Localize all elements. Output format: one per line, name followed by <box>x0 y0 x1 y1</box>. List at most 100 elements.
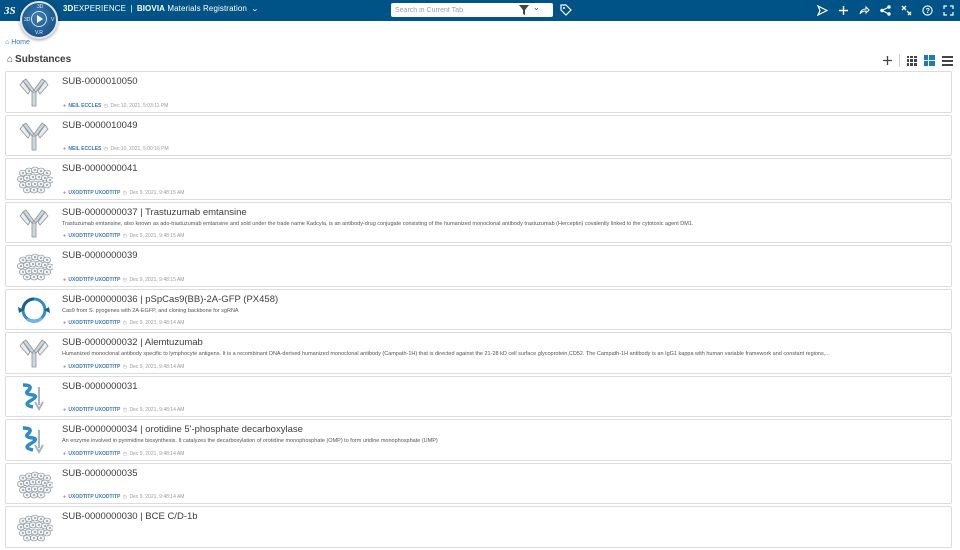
tools-icon[interactable] <box>899 3 914 18</box>
ds-logo-icon[interactable]: 3S <box>3 3 20 17</box>
substance-title[interactable]: SUB-0000010049 <box>62 120 138 131</box>
user-icon: ● <box>63 407 67 413</box>
substance-owner[interactable]: UXODTITP UXODTITP <box>68 494 120 500</box>
substance-meta: ● UXODTITP UXODTITP ◷ Dec 9, 2021, 9:48:… <box>62 494 184 500</box>
top-icons: ? <box>815 3 956 18</box>
substance-description: Humanized monoclonal antibody specific t… <box>62 351 830 357</box>
substance-date: Dec 10, 2021, 5:03:11 PM <box>110 102 169 109</box>
compass-icon[interactable]: 3D 3D V V.R <box>20 1 58 39</box>
breadcrumb-home[interactable]: Home <box>11 39 30 46</box>
user-icon: ● <box>63 363 67 370</box>
protein-thumbnail-icon <box>15 424 53 456</box>
thumbnail-view-icon[interactable] <box>905 54 918 67</box>
user-icon: ● <box>63 494 67 500</box>
share-arrow-icon[interactable] <box>857 3 872 18</box>
brand-prefix: 3D <box>63 4 74 13</box>
brand-app-name: Materials Registration <box>167 4 247 13</box>
substance-description: Trastuzumab emtansine, also known as ado… <box>62 220 694 227</box>
substance-owner[interactable]: UXODTITP UXODTITP <box>68 407 120 413</box>
substance-owner[interactable]: UXODTITP UXODTITP <box>68 451 120 457</box>
substance-title[interactable]: SUB-0000000034 | orotidine 5'-phosphate … <box>62 424 303 435</box>
list-item-7[interactable]: SUB-0000000032 | Alemtuzumab Humanized m… <box>5 332 952 374</box>
network-icon[interactable] <box>878 3 893 18</box>
substance-title[interactable]: SUB-0000000030 | BCE C/D-1b <box>62 511 198 522</box>
user-icon: ● <box>63 276 67 283</box>
play-icon <box>37 15 43 23</box>
substance-description: An enzyme involved in pyrimidine biosynt… <box>62 438 438 444</box>
substance-meta: ● UXODTITP UXODTITP ◷ Dec 9, 2021, 9:48:… <box>62 320 184 326</box>
add-icon[interactable] <box>881 54 894 67</box>
list-item-2[interactable]: SUB-0000010049 ● NEIL ECCLES ◷ Dec 10, 2… <box>5 114 952 156</box>
substance-owner[interactable]: NEIL ECCLES <box>68 146 101 152</box>
substance-date: Dec 10, 2021, 5:00:16 PM <box>110 146 169 152</box>
search-input[interactable] <box>395 4 515 16</box>
home-icon: ⌂ <box>5 39 10 46</box>
substance-title[interactable]: SUB-0000000031 <box>62 381 138 392</box>
substance-date: Dec 9, 2021, 9:48:15 AM <box>129 233 185 239</box>
clock-icon: ◷ <box>122 450 128 457</box>
plasmid-thumbnail-icon <box>15 294 53 326</box>
compass-right-label: V <box>51 17 55 23</box>
substance-owner[interactable]: UXODTITP UXODTITP <box>68 364 120 370</box>
substance-owner[interactable]: NEIL ECCLES <box>68 103 101 109</box>
substance-meta: ● UXODTITP UXODTITP ◷ Dec 9, 2021, 9:48:… <box>62 277 184 283</box>
user-icon: ● <box>63 102 67 109</box>
tag-icon[interactable] <box>560 4 572 16</box>
list-item-4[interactable]: SUB-0000000037 | Trastuzumab emtansine T… <box>5 201 952 243</box>
user-icon: ● <box>63 233 67 239</box>
substance-owner[interactable]: UXODTITP UXODTITP <box>68 233 120 239</box>
clock-icon: ◷ <box>122 233 128 239</box>
user-icon: ● <box>63 146 67 152</box>
substance-meta: ● UXODTITP UXODTITP ◷ Dec 9, 2021, 9:48:… <box>62 364 184 370</box>
list-item-8[interactable]: SUB-0000000031 ● UXODTITP UXODTITP ◷ Dec… <box>5 375 952 417</box>
substance-meta: ● UXODTITP UXODTITP ◷ Dec 9, 2021, 9:48:… <box>62 407 184 413</box>
list-item-5[interactable]: SUB-0000000039 ● UXODTITP UXODTITP ◷ Dec… <box>5 245 952 287</box>
fullscreen-icon[interactable] <box>941 3 956 18</box>
list-item-6[interactable]: SUB-0000000036 | pSpCas9(BB)-2A-GFP (PX4… <box>5 288 952 330</box>
cells-thumbnail-icon <box>15 511 54 543</box>
substance-owner[interactable]: UXODTITP UXODTITP <box>68 277 120 283</box>
substance-title[interactable]: SUB-0000000039 <box>62 250 138 261</box>
filter-icon[interactable] <box>519 5 529 15</box>
substance-title[interactable]: SUB-0000000037 | Trastuzumab emtansine <box>62 207 247 218</box>
substance-date: Dec 9, 2021, 9:48:14 AM <box>129 494 185 500</box>
substance-meta: ● UXODTITP UXODTITP ◷ Dec 9, 2021, 9:48:… <box>62 451 184 457</box>
tile-view-icon[interactable] <box>923 54 936 67</box>
list-item-1[interactable]: SUB-0000010050 ● NEIL ECCLES ◷ Dec 10, 2… <box>5 71 952 113</box>
chevron-down-icon[interactable]: ⌄ <box>251 5 259 13</box>
brand-experience: EXPERIENCE <box>73 4 127 13</box>
svg-text:3S: 3S <box>4 5 16 17</box>
page-title-text: Substances <box>15 54 72 65</box>
list-item-3[interactable]: SUB-0000000041 ● UXODTITP UXODTITP ◷ Dec… <box>5 158 952 200</box>
substance-date: Dec 9, 2021, 9:48:14 AM <box>129 320 185 326</box>
list-item-11[interactable]: SUB-0000000030 | BCE C/D-1b <box>5 506 952 548</box>
divider <box>899 54 900 67</box>
substance-title[interactable]: SUB-0000000035 <box>62 468 138 479</box>
breadcrumb[interactable]: ⌂ Home <box>5 39 30 46</box>
share-icon[interactable] <box>815 3 830 18</box>
substance-owner[interactable]: UXODTITP UXODTITP <box>68 320 120 326</box>
substance-title[interactable]: SUB-0000010050 <box>62 76 138 87</box>
list-view-icon[interactable] <box>941 54 954 67</box>
substance-title[interactable]: SUB-0000000032 | Alemtuzumab <box>62 337 203 348</box>
user-icon: ● <box>63 320 67 326</box>
substance-title[interactable]: SUB-0000000041 <box>62 163 138 174</box>
list-item-9[interactable]: SUB-0000000034 | orotidine 5'-phosphate … <box>5 419 952 461</box>
clock-icon: ◷ <box>122 494 128 500</box>
svg-text:?: ? <box>926 8 930 15</box>
cells-thumbnail-icon <box>15 468 54 500</box>
substance-meta: ● NEIL ECCLES ◷ Dec 10, 2021, 5:03:11 PM <box>62 103 168 109</box>
search-dropdown-icon[interactable]: ⌄ <box>533 3 540 12</box>
substance-owner[interactable]: UXODTITP UXODTITP <box>68 190 120 196</box>
top-bar: 3S 3DEXPERIENCE | BIOVIA Materials Regis… <box>0 0 960 21</box>
substance-date: Dec 9, 2021, 9:48:15 AM <box>129 276 185 283</box>
help-icon[interactable]: ? <box>920 3 935 18</box>
app-brand[interactable]: 3DEXPERIENCE | BIOVIA Materials Registra… <box>63 4 259 13</box>
substance-title[interactable]: SUB-0000000036 | pSpCas9(BB)-2A-GFP (PX4… <box>62 294 278 305</box>
list-item-10[interactable]: SUB-0000000035 ● UXODTITP UXODTITP ◷ Dec… <box>5 462 952 504</box>
substance-meta: ● NEIL ECCLES ◷ Dec 10, 2021, 5:00:16 PM <box>62 146 169 152</box>
brand-separator: | <box>130 4 133 13</box>
compass-top-label: 3D <box>37 4 44 10</box>
add-icon[interactable] <box>836 3 851 18</box>
clock-icon: ◷ <box>122 276 128 283</box>
